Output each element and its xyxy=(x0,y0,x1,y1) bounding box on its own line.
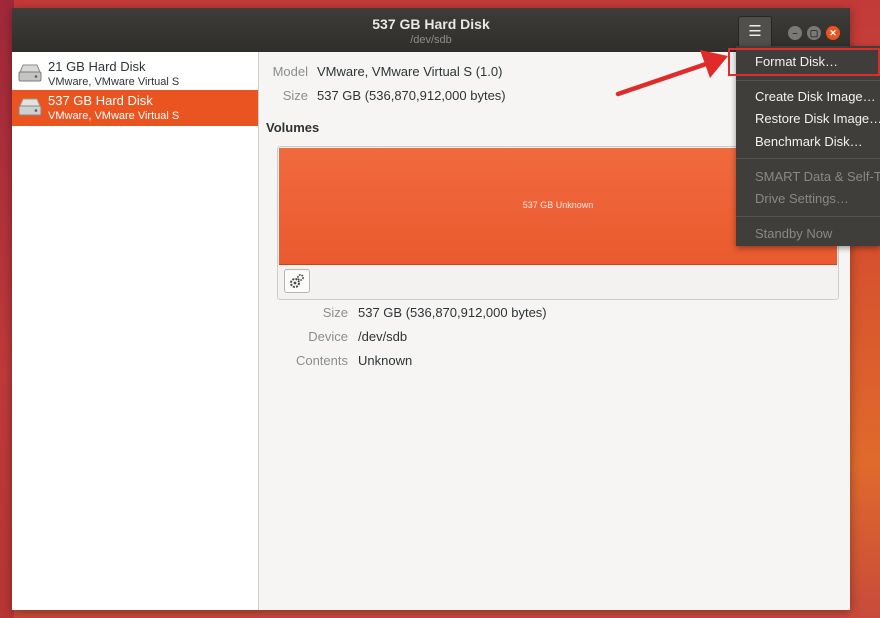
menu-item-create-disk-image[interactable]: Create Disk Image… xyxy=(755,89,876,104)
minimize-icon: – xyxy=(792,28,798,38)
size-value: 537 GB (536,870,912,000 bytes) xyxy=(317,88,506,103)
hard-disk-icon xyxy=(18,64,42,82)
volume-device-label: Device xyxy=(308,329,348,344)
volume-size-value: 537 GB (536,870,912,000 bytes) xyxy=(358,305,547,320)
close-button[interactable]: ✕ xyxy=(826,26,840,40)
partition-options-button[interactable] xyxy=(284,269,310,293)
volume-size-label: Size xyxy=(322,305,348,320)
gears-icon xyxy=(290,274,304,288)
size-label: Size xyxy=(282,88,308,103)
menu-item-drive-settings: Drive Settings… xyxy=(755,191,849,206)
volume-device-value: /dev/sdb xyxy=(358,329,408,344)
hard-disk-icon xyxy=(18,98,42,116)
annotation-arrow-icon xyxy=(615,50,728,97)
model-value: VMware, VMware Virtual S (1.0) xyxy=(317,64,503,79)
disk-name: 537 GB Hard Disk xyxy=(48,93,153,108)
window-subtitle: /dev/sdb xyxy=(410,34,452,46)
app-menu-button[interactable]: ☰ xyxy=(738,16,772,48)
model-label: Model xyxy=(272,64,308,79)
disk-list: 21 GB Hard Disk VMware, VMware Virtual S… xyxy=(12,52,259,610)
maximize-icon: ▢ xyxy=(809,28,819,38)
app-menu-popover: Format Disk… Create Disk Image… Restore … xyxy=(736,46,880,246)
window-title: 537 GB Hard Disk xyxy=(372,16,490,32)
disk-name: 21 GB Hard Disk xyxy=(48,59,146,74)
disk-list-item-21gb[interactable]: 21 GB Hard Disk VMware, VMware Virtual S xyxy=(12,56,258,92)
disks-window: 537 GB Hard Disk /dev/sdb ☰ – ▢ ✕ 21 GB … xyxy=(12,8,850,610)
menu-separator xyxy=(736,216,880,217)
volumes-heading: Volumes xyxy=(266,120,320,135)
menu-item-restore-disk-image[interactable]: Restore Disk Image… xyxy=(755,111,880,126)
annotation-highlight-box xyxy=(728,48,880,76)
volume-contents-label: Contents xyxy=(295,353,348,368)
disk-model: VMware, VMware Virtual S xyxy=(48,110,180,122)
menu-item-smart-data: SMART Data & Self-Tests… xyxy=(755,169,880,184)
header-bar: 537 GB Hard Disk /dev/sdb ☰ – ▢ ✕ xyxy=(12,8,850,52)
minimize-button[interactable]: – xyxy=(788,26,802,40)
menu-item-benchmark-disk[interactable]: Benchmark Disk… xyxy=(755,134,863,149)
maximize-button[interactable]: ▢ xyxy=(807,26,821,40)
menu-item-standby-now: Standby Now xyxy=(755,226,833,241)
disk-model: VMware, VMware Virtual S xyxy=(48,76,180,88)
close-icon: ✕ xyxy=(829,28,837,38)
disk-list-item-537gb[interactable]: 537 GB Hard Disk VMware, VMware Virtual … xyxy=(12,90,258,126)
hamburger-icon: ☰ xyxy=(748,23,762,40)
menu-separator xyxy=(736,158,880,159)
volume-contents-value: Unknown xyxy=(358,353,413,368)
menu-separator xyxy=(736,80,880,81)
